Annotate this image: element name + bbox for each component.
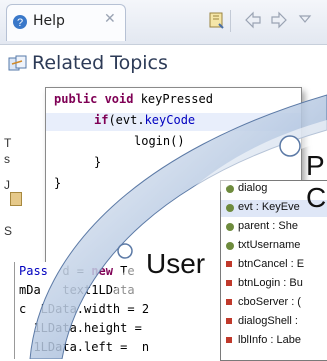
overlay-text-user: User	[146, 248, 206, 279]
overlay-text-p: P	[306, 150, 325, 181]
overlay-swoosh	[29, 94, 327, 359]
bullet-node	[279, 135, 301, 157]
bullet-node	[117, 243, 133, 259]
overlay-text-c: C	[306, 182, 327, 213]
